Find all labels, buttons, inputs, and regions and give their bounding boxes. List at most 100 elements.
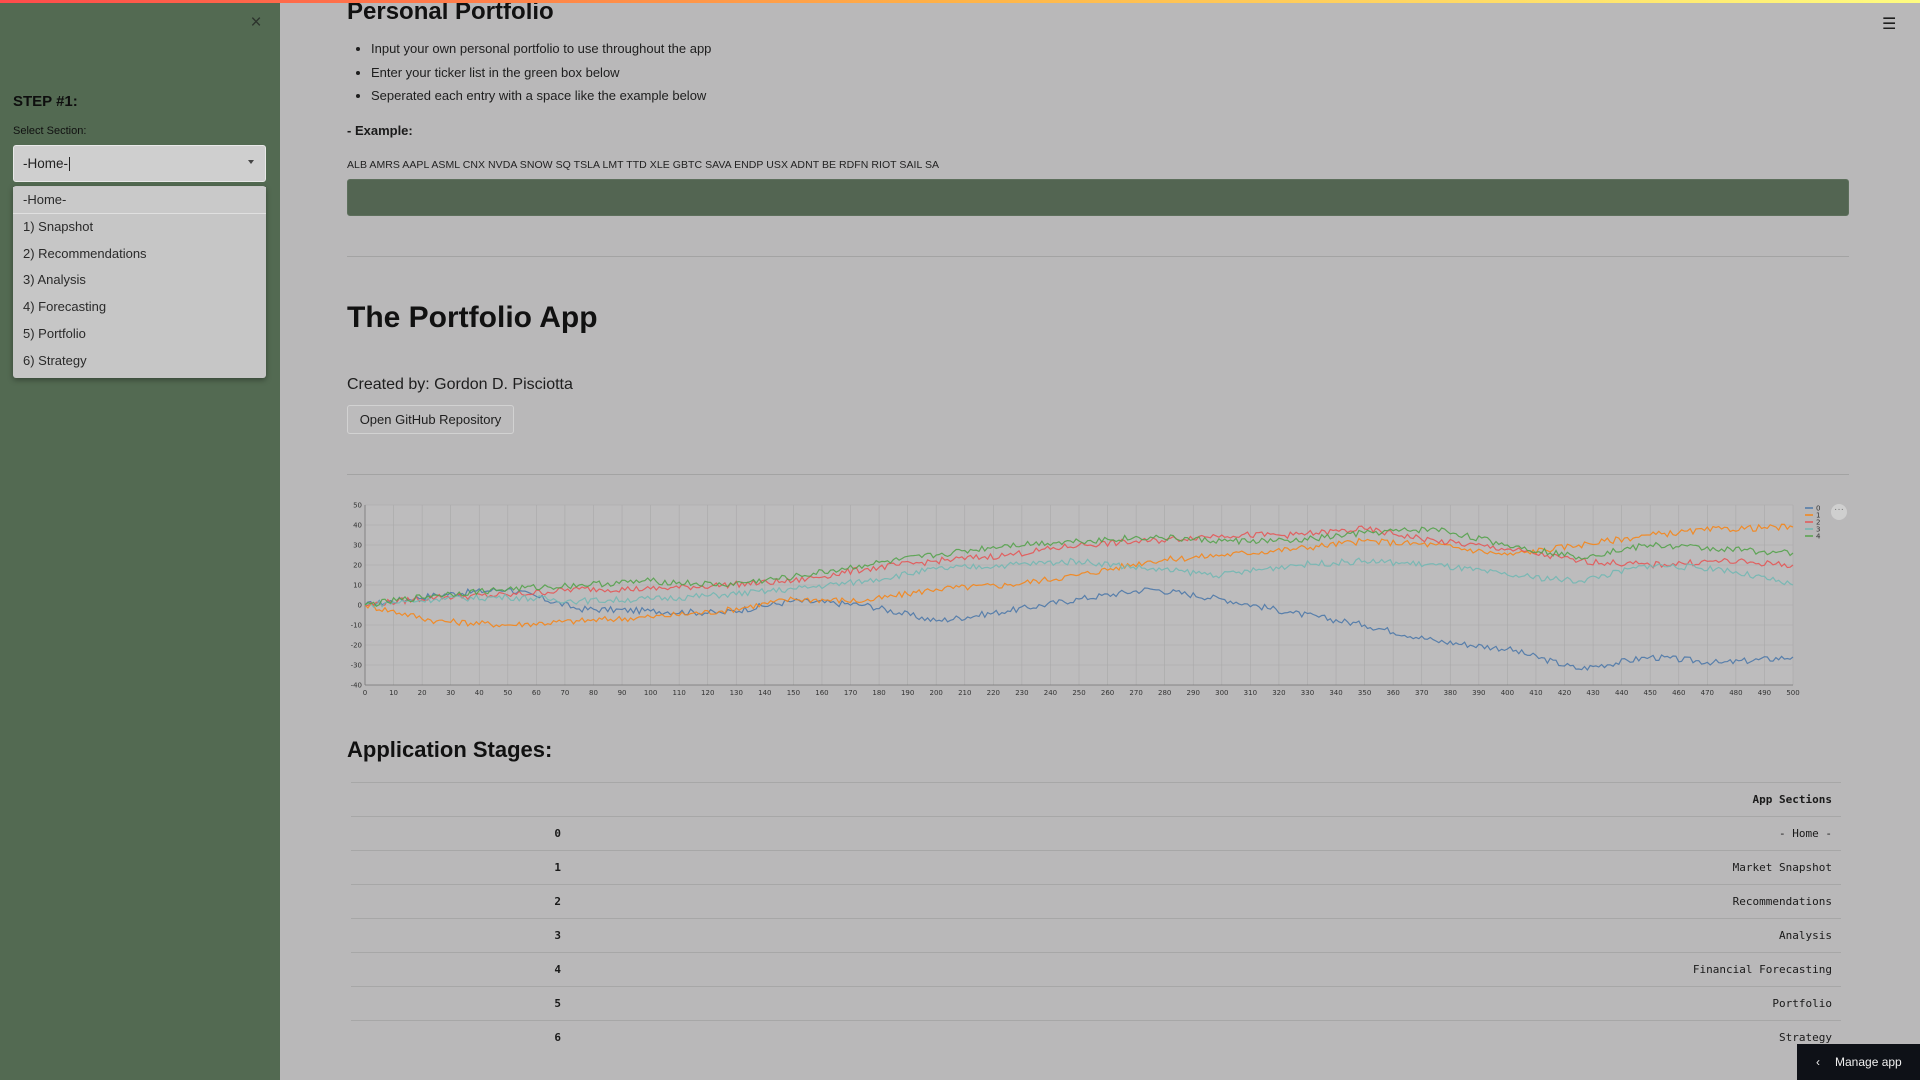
x-tick-label: 360 [1386,689,1399,697]
open-github-button[interactable]: Open GitHub Repository [347,405,514,434]
x-tick-label: 120 [701,689,714,697]
x-tick-label: 150 [787,689,800,697]
x-tick-label: 20 [418,689,427,697]
x-tick-label: 290 [1187,689,1200,697]
row-index: 1 [554,861,561,874]
x-tick-label: 170 [844,689,857,697]
dropdown-option-snapshot[interactable]: 1) Snapshot [13,214,266,241]
table-row: 3 Analysis [351,918,1841,952]
section-select-value: -Home- [23,156,69,171]
dropdown-option-strategy[interactable]: 6) Strategy [13,348,266,375]
x-tick-label: 40 [475,689,484,697]
x-tick-label: 330 [1301,689,1314,697]
row-index: 5 [554,997,561,1010]
more-options-icon[interactable]: ··· [1831,504,1847,520]
table-header-app-sections: App Sections [1752,793,1832,806]
table-row: 2 Recommendations [351,884,1841,918]
dropdown-option-home[interactable]: -Home- [13,187,266,214]
y-tick-label: -10 [351,622,362,630]
x-tick-label: 190 [901,689,914,697]
row-value: - Home - [1779,827,1832,840]
x-tick-label: 250 [1072,689,1085,697]
table-row: 6 Strategy [351,1020,1841,1054]
main-content: Personal Portfolio Input your own person… [347,0,1849,1080]
y-tick-label: 20 [353,562,362,570]
select-section-label: Select Section: [13,125,87,137]
dropdown-option-analysis[interactable]: 3) Analysis [13,267,266,294]
y-tick-label: 40 [353,522,362,530]
x-tick-label: 280 [1158,689,1171,697]
x-tick-label: 30 [446,689,455,697]
x-tick-label: 430 [1586,689,1599,697]
example-label: - Example: [347,123,413,138]
x-tick-label: 380 [1444,689,1457,697]
row-value: Analysis [1779,929,1832,942]
row-index: 2 [554,895,561,908]
row-value: Financial Forecasting [1692,963,1832,976]
close-icon[interactable]: × [247,13,265,32]
app-sections-table: App Sections 0 - Home - 1 Market Snapsho… [351,782,1841,1054]
dropdown-option-recommendations[interactable]: 2) Recommendations [13,241,266,268]
section-dropdown-menu: -Home- 1) Snapshot 2) Recommendations 3)… [13,186,266,378]
legend-label: 4 [1816,533,1821,541]
x-tick-label: 60 [532,689,541,697]
x-tick-label: 210 [958,689,971,697]
line-chart-svg: 0 10 20 30 40 50 60 70 80 90 100 110 120 130 140 150 160… [351,502,1821,698]
manage-app-button[interactable]: ‹ Manage app [1797,1044,1920,1080]
table-row: 1 Market Snapshot [351,850,1841,884]
x-tick-label: 50 [503,689,512,697]
x-tick-label: 390 [1472,689,1485,697]
hamburger-icon[interactable]: ☰ [1882,14,1896,34]
x-tick-label: 460 [1672,689,1685,697]
step-title: STEP #1: [13,93,78,110]
table-row: 4 Financial Forecasting [351,952,1841,986]
x-tick-label: 200 [930,689,943,697]
x-tick-label: 300 [1215,689,1228,697]
y-tick-label: -30 [351,662,362,670]
x-tick-label: 420 [1558,689,1571,697]
x-tick-label: 0 [363,689,367,697]
example-ticker-text: ALB AMRS AAPL ASML CNX NVDA SNOW SQ TSLA… [347,159,940,171]
x-tick-label: 240 [1044,689,1057,697]
x-tick-label: 350 [1358,689,1371,697]
x-tick-label: 470 [1701,689,1714,697]
personal-portfolio-heading: Personal Portfolio [347,0,554,25]
x-tick-label: 410 [1529,689,1542,697]
created-by-text: Created by: Gordon D. Pisciotta [347,376,573,393]
ticker-list-input[interactable] [347,179,1849,216]
section-select[interactable]: -Home- [13,145,266,182]
divider [347,256,1849,257]
x-tick-label: 110 [672,689,685,697]
table-header-row: App Sections [351,782,1841,816]
x-tick-label: 220 [987,689,1000,697]
x-tick-label: 450 [1644,689,1657,697]
x-tick-label: 310 [1244,689,1257,697]
x-tick-label: 10 [389,689,398,697]
x-tick-label: 340 [1329,689,1342,697]
instruction-item: Seperated each entry with a space like t… [371,84,711,108]
x-tick-label: 260 [1101,689,1114,697]
y-tick-label: -40 [351,682,362,690]
dropdown-option-forecasting[interactable]: 4) Forecasting [13,294,266,321]
row-value: Recommendations [1732,895,1832,908]
sidebar: × STEP #1: Select Section: -Home- -Home-… [0,0,280,1080]
table-row: 0 - Home - [351,816,1841,850]
x-tick-label: 90 [618,689,627,697]
y-tick-label: -20 [351,642,362,650]
instruction-item: Enter your ticker list in the green box … [371,61,711,85]
x-tick-label: 80 [589,689,598,697]
chevron-left-icon: ‹ [1816,1055,1820,1069]
x-tick-label: 370 [1415,689,1428,697]
x-tick-label: 100 [644,689,657,697]
row-index: 0 [554,827,561,840]
row-value: Market Snapshot [1732,861,1832,874]
x-tick-label: 500 [1786,689,1799,697]
row-value: Strategy [1779,1031,1832,1044]
y-tick-label: 0 [358,602,362,610]
chevron-down-icon[interactable] [248,160,254,164]
x-tick-label: 270 [1129,689,1142,697]
row-index: 3 [554,929,561,942]
app-title: The Portfolio App [347,301,598,334]
text-cursor [69,156,71,171]
dropdown-option-portfolio[interactable]: 5) Portfolio [13,321,266,348]
